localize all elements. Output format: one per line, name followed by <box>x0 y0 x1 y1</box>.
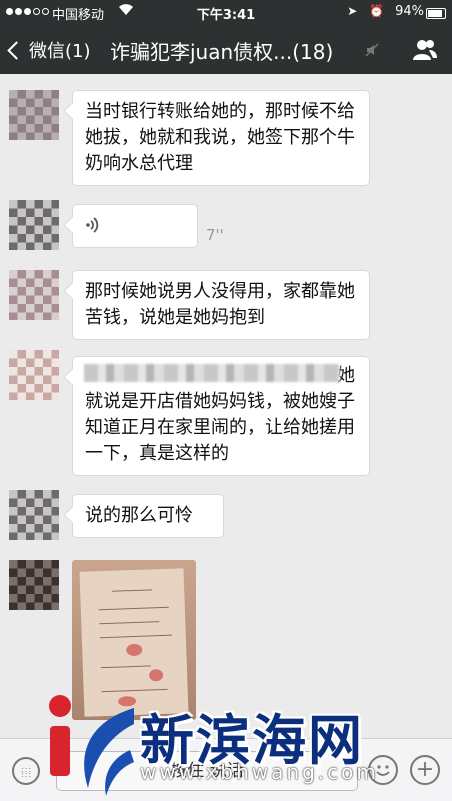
message-text: 说的那么可怜 <box>85 505 193 526</box>
sender-avatar[interactable] <box>9 90 59 140</box>
press-to-talk-button[interactable]: 按住 说话 <box>56 751 358 791</box>
back-label: 微信(1) <box>29 41 91 62</box>
battery-icon <box>426 8 446 19</box>
sender-avatar[interactable] <box>9 200 59 250</box>
input-bar: :::::: 按住 说话 + <box>0 738 452 801</box>
emoji-icon[interactable] <box>368 755 398 785</box>
keyboard-icon[interactable]: :::::: <box>12 757 40 785</box>
message-text: 当时银行转账给她的，那时候不给她拔，她就和我说，她签下那个牛奶响水总代理 <box>85 101 355 174</box>
document-photo <box>79 568 189 717</box>
battery-percentage: 94% <box>395 4 424 19</box>
sender-avatar[interactable] <box>9 270 59 320</box>
group-members-icon[interactable] <box>412 38 438 62</box>
chat-header: 微信(1) 诈骗犯李juan债权...(18) <box>0 26 452 74</box>
location-alarm-icons: ➤ ⏰ <box>347 4 388 18</box>
redacted-text <box>84 364 340 382</box>
sender-avatar[interactable] <box>9 350 59 400</box>
voice-message-bubble[interactable] <box>72 204 198 248</box>
voice-wave-icon <box>85 215 101 235</box>
message-text: 就说是开店借她妈妈钱，被她嫂子知道正月在家里闹的，让给她搓用一下，真是这样的 <box>85 391 355 464</box>
message-bubble[interactable]: 那时候她说男人没得用，家都靠她苦钱，说她是她妈抱到 <box>72 270 370 340</box>
chevron-left-icon <box>7 41 26 60</box>
message-text: 那时候她说男人没得用，家都靠她苦钱，说她是她妈抱到 <box>85 281 355 328</box>
plus-icon[interactable]: + <box>410 755 440 785</box>
sender-avatar[interactable] <box>9 490 59 540</box>
sender-avatar[interactable] <box>9 560 59 610</box>
mute-icon <box>364 42 380 58</box>
status-bar: 中国移动 下午3:41 ➤ ⏰ 94% <box>0 0 452 26</box>
message-bubble[interactable]: 当时银行转账给她的，那时候不给她拔，她就和我说，她签下那个牛奶响水总代理 <box>72 90 370 186</box>
back-button[interactable]: 微信(1) <box>7 37 91 63</box>
message-bubble[interactable]: 说的那么可怜 <box>72 494 224 538</box>
image-message[interactable] <box>72 560 196 720</box>
chat-title: 诈骗犯李juan债权...(18) <box>110 40 334 64</box>
voice-duration: 7'' <box>206 226 224 244</box>
